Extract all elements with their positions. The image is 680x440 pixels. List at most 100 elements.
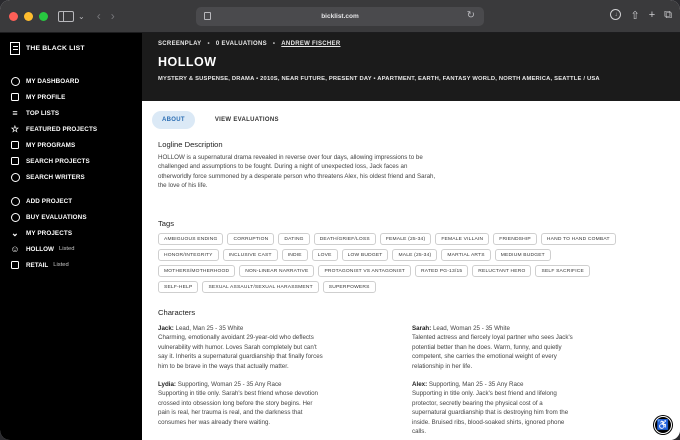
sidebar-nav: MY DASHBOARD MY PROFILE ≡ TOP LISTS ☆ FE… [10,73,138,273]
project-header: SCREENPLAY • 0 EVALUATIONS • ANDREW FISC… [142,33,680,101]
page-title: HOLLOW [158,55,217,69]
sidebar: THE BLACK LIST MY DASHBOARD MY PROFILE ≡… [0,33,142,440]
project-item-hollow[interactable]: ☺ HOLLOW Listed [10,241,138,257]
character-name: Alex: [412,381,428,388]
sidebar-item-label: MY PROJECTS [26,229,73,237]
logline-heading: Logline Description [158,140,223,149]
new-tab-icon[interactable]: + [649,9,655,22]
my-projects-toggle[interactable]: ⌄ MY PROJECTS [10,225,138,241]
character-description: Supporting in title only. Jack's best fr… [412,390,569,436]
sidebar-item-label: MY PROGRAMS [26,141,76,149]
tag-chip[interactable]: RATED PG-13/15 [414,265,469,277]
sidebar-item-label: FEATURED PROJECTS [26,125,98,133]
tag-chip[interactable]: FEMALE (25-34) [379,233,432,245]
reload-icon[interactable]: ↻ [467,10,475,21]
tag-chip[interactable]: DEATH/GRIEF/LOSS [313,233,376,245]
tag-chip[interactable]: FEMALE VILLAIN [435,233,490,245]
tab-bar: ABOUT VIEW EVALUATIONS [152,111,289,129]
sidebar-item-label: SEARCH WRITERS [26,173,85,181]
character-name: Sarah: [412,325,432,332]
tag-chip[interactable]: CORRUPTION [227,233,275,245]
tab-overview-icon[interactable]: ⧉ [664,9,672,22]
tag-chip[interactable]: MEDIUM BUDGET [494,249,551,261]
character-card: Jack: Lead, Man 25 - 35 White Charming, … [158,324,323,371]
tag-chip[interactable]: INCLUSIVE CAST [222,249,278,261]
calendar-icon [10,140,20,150]
characters-heading: Characters [158,308,196,317]
project-item-retail[interactable]: RETAIL Listed [10,257,138,273]
brand-name: THE BLACK LIST [26,45,85,52]
character-description: Charming, emotionally avoidant 29-year-o… [158,334,323,370]
chevron-down-icon[interactable]: ⌄ [78,12,85,21]
sidebar-item-search-projects[interactable]: SEARCH PROJECTS [10,153,138,169]
sidebar-item-featured-projects[interactable]: ☆ FEATURED PROJECTS [10,121,138,137]
character-role: Supporting, Woman 25 - 35 Any Race [176,381,282,388]
project-meta: SCREENPLAY • 0 EVALUATIONS • ANDREW FISC… [158,41,341,47]
brand[interactable]: THE BLACK LIST [10,42,85,55]
accessibility-icon[interactable]: ♿ [654,416,672,434]
tag-chip[interactable]: NON-LINEAR NARRATIVE [239,265,315,277]
star-icon: ☆ [10,123,20,134]
forward-arrow-icon[interactable]: › [111,9,115,23]
add-project-button[interactable]: ADD PROJECT [10,193,138,209]
sidebar-toggle-icon[interactable] [58,10,74,22]
tag-chip[interactable]: DATING [278,233,310,245]
project-name: RETAIL [26,261,49,269]
tag-chip[interactable]: LOVE [311,249,338,261]
back-arrow-icon[interactable]: ‹ [97,9,101,23]
character-role: Lead, Woman 25 - 35 White [431,325,510,332]
tag-chip[interactable]: SELF-HELP [158,281,199,293]
list-icon: ≡ [12,108,18,118]
download-icon[interactable]: ↓ [610,9,622,20]
tag-chip[interactable]: FRIENDSHIP [493,233,537,245]
character-card: Lydia: Supporting, Woman 25 - 35 Any Rac… [158,380,323,427]
character-description: Supporting in title only. Sarah's best f… [158,390,318,426]
sidebar-item-top-lists[interactable]: ≡ TOP LISTS [10,105,138,121]
sidebar-item-my-programs[interactable]: MY PROGRAMS [10,137,138,153]
share-icon[interactable]: ⇧ [630,9,639,22]
close-window-button[interactable] [9,11,18,21]
url-text: bicklist.com [321,13,359,20]
tag-chip[interactable]: INDIE [281,249,308,261]
project-genres: MYSTERY & SUSPENSE, DRAMA • 2010S, NEAR … [158,76,600,82]
logline-text: HOLLOW is a supernatural drama revealed … [158,154,436,190]
sidebar-item-label: MY DASHBOARD [26,77,80,85]
character-name: Lydia: [158,381,176,388]
sidebar-item-my-profile[interactable]: MY PROFILE [10,89,138,105]
tag-chip[interactable]: AMBIGUOUS ENDING [158,233,224,245]
sidebar-item-my-dashboard[interactable]: MY DASHBOARD [10,73,138,89]
blacklist-logo-icon [10,42,20,55]
tag-chip[interactable]: LOW BUDGET [341,249,389,261]
tab-about[interactable]: ABOUT [152,111,195,129]
tag-list: AMBIGUOUS ENDING CORRUPTION DATING DEATH/GR… [158,233,628,293]
tag-chip[interactable]: MARTIAL ARTS [441,249,491,261]
minimize-window-button[interactable] [24,11,33,21]
address-bar[interactable]: bicklist.com ↻ [196,7,484,26]
tag-chip[interactable]: RELUCTANT HERO [472,265,532,277]
tag-chip[interactable]: PROTAGONIST VS ANTAGONIST [318,265,411,277]
window-controls [9,11,48,21]
browser-actions: ↓ ⇧ + ⧉ [610,9,672,22]
chevron-down-icon: ⌄ [11,227,19,238]
tag-chip[interactable]: SUPERPOWERS [322,281,376,293]
zoom-window-button[interactable] [39,11,48,21]
page-icon [204,12,211,20]
tag-chip[interactable]: SELF SACRIFICE [535,265,590,277]
browser-toolbar: ⌄ ‹ › bicklist.com ↻ ↓ ⇧ + ⧉ [0,0,680,33]
tag-chip[interactable]: HAND TO HAND COMBAT [540,233,616,245]
tag-chip[interactable]: HONOR/INTEGRITY [158,249,219,261]
tags-heading: Tags [158,219,175,228]
author-link[interactable]: ANDREW FISCHER [281,41,340,47]
sidebar-item-label: TOP LISTS [26,109,60,117]
sidebar-item-label: BUY EVALUATIONS [26,213,87,221]
evaluation-count: 0 EVALUATIONS [215,41,267,47]
sidebar-item-search-writers[interactable]: SEARCH WRITERS [10,169,138,185]
dashboard-icon [10,76,20,86]
tab-view-evaluations[interactable]: VIEW EVALUATIONS [205,111,289,129]
character-role: Supporting, Man 25 - 35 Any Race [427,381,524,388]
project-status: Listed [58,246,75,252]
tag-chip[interactable]: MALE (25-34) [392,249,438,261]
tag-chip[interactable]: SEXUAL ASSAULT/SEXUAL HARASSMENT [202,281,319,293]
tag-chip[interactable]: MOTHERS/MOTHERHOOD [158,265,236,277]
buy-evaluations-button[interactable]: BUY EVALUATIONS [10,209,138,225]
